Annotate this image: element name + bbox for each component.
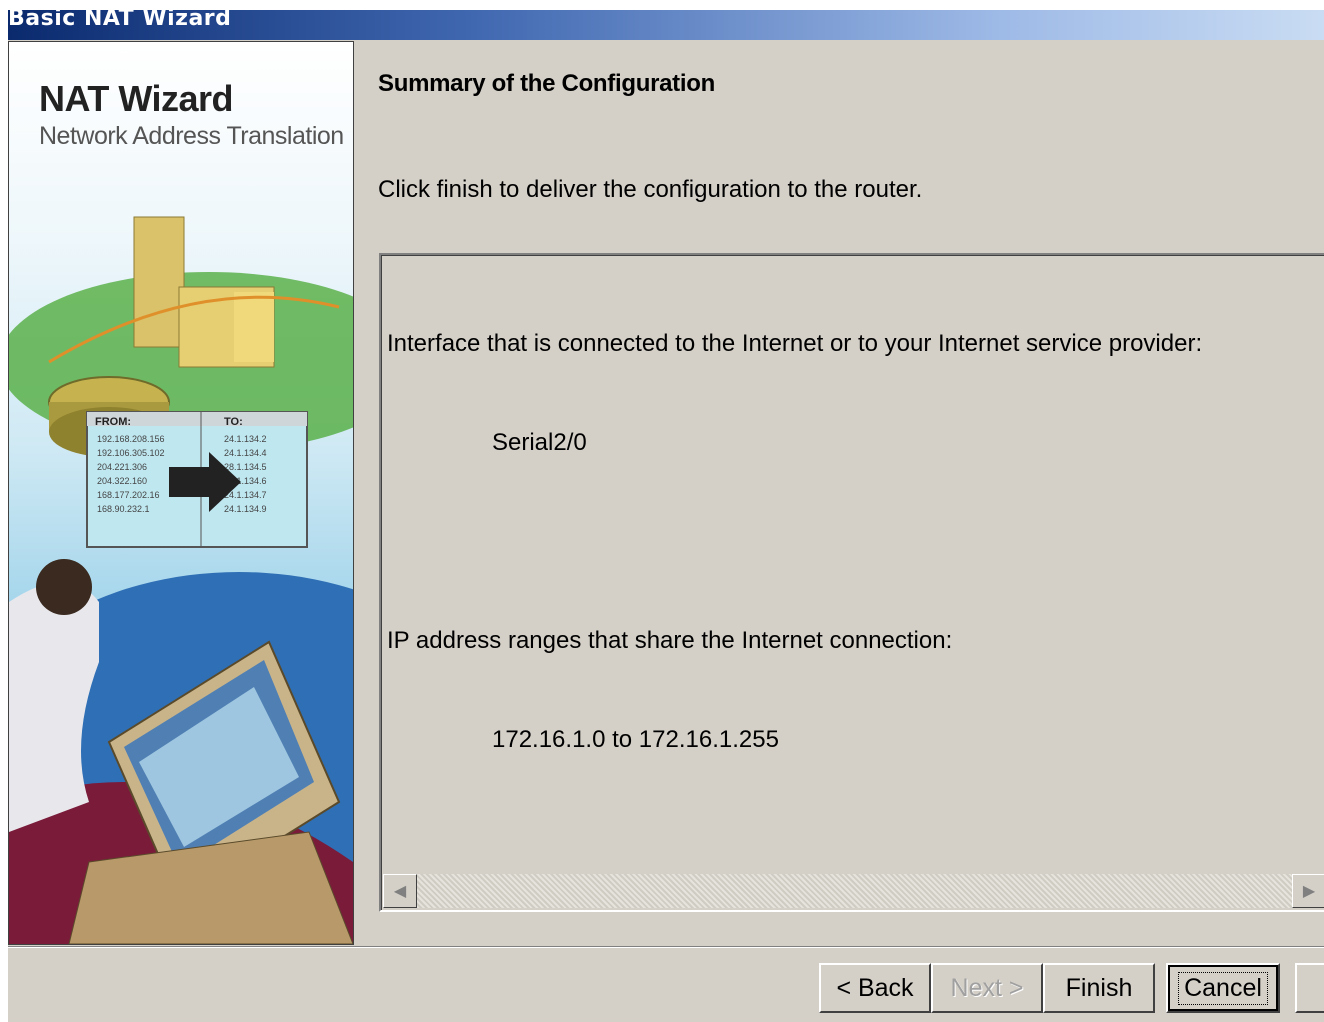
cancel-button[interactable]: Cancel <box>1166 963 1280 1013</box>
chevron-right-icon: ▶ <box>1302 883 1316 900</box>
window-title: Basic NAT Wizard <box>8 10 232 31</box>
scroll-right-button[interactable]: ▶ <box>1292 874 1324 908</box>
banner-title: NAT Wizard <box>39 78 234 119</box>
cancel-button-label: Cancel <box>1178 971 1268 1005</box>
instruction-text: Click finish to deliver the configuratio… <box>378 176 923 203</box>
ranges-value: 172.16.1.0 to 172.16.1.255 <box>492 726 779 753</box>
svg-text:24.1.134.9: 24.1.134.9 <box>224 504 267 514</box>
interface-value: Serial2/0 <box>492 429 587 456</box>
finish-button[interactable]: Finish <box>1043 963 1155 1013</box>
banner-subtitle: Network Address Translation <box>39 122 344 150</box>
ranges-label: IP address ranges that share the Interne… <box>387 627 953 654</box>
banner-illustration: FROM: TO: 192.168.208.156 192.106.305.10… <box>9 216 353 944</box>
horizontal-scrollbar[interactable]: ◀ ▶ <box>383 874 1324 908</box>
wizard-banner: FROM: TO: 192.168.208.156 192.106.305.10… <box>8 41 354 945</box>
svg-text:192.106.305.102: 192.106.305.102 <box>97 448 165 458</box>
summary-spacer <box>387 525 1202 558</box>
next-button[interactable]: Next > <box>931 963 1043 1013</box>
svg-text:24.1.134.4: 24.1.134.4 <box>224 448 267 458</box>
next-button-label: Next > <box>950 973 1024 1002</box>
summary-content: Interface that is connected to the Inter… <box>387 261 1202 822</box>
summary-text-area[interactable]: Interface that is connected to the Inter… <box>379 253 1324 912</box>
svg-text:192.168.208.156: 192.168.208.156 <box>97 434 165 444</box>
svg-text:TO:: TO: <box>224 416 243 428</box>
title-bar[interactable]: Basic NAT Wizard <box>8 10 1324 40</box>
back-button-label: < Back <box>836 973 914 1002</box>
wizard-window: Basic NAT Wizard FROM: TO: 192.168.208.1… <box>0 0 1324 1022</box>
scroll-left-button[interactable]: ◀ <box>383 874 417 908</box>
svg-text:FROM:: FROM: <box>95 416 131 428</box>
divider <box>8 946 1324 948</box>
chevron-left-icon: ◀ <box>393 883 407 900</box>
finish-button-label: Finish <box>1065 973 1133 1002</box>
svg-text:168.177.202.16: 168.177.202.16 <box>97 490 160 500</box>
svg-text:28.1.134.5: 28.1.134.5 <box>224 462 267 472</box>
svg-text:204.322.160: 204.322.160 <box>97 476 147 486</box>
back-button[interactable]: < Back <box>819 963 931 1013</box>
wizard-body: FROM: TO: 192.168.208.156 192.106.305.10… <box>8 40 1324 1022</box>
svg-text:168.90.232.1: 168.90.232.1 <box>97 504 150 514</box>
help-button[interactable] <box>1295 963 1324 1013</box>
interface-label: Interface that is connected to the Inter… <box>387 330 1203 357</box>
svg-text:24.1.134.2: 24.1.134.2 <box>224 434 267 444</box>
page-title: Summary of the Configuration <box>378 70 715 97</box>
svg-text:204.221.306: 204.221.306 <box>97 462 147 472</box>
